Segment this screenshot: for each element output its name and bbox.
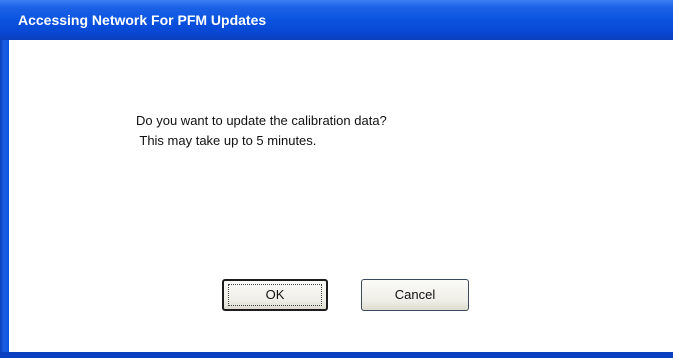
title-bar[interactable]: Accessing Network For PFM Updates <box>0 0 673 40</box>
update-dialog: Accessing Network For PFM Updates Do you… <box>0 0 673 358</box>
cancel-button[interactable]: Cancel <box>361 279 469 311</box>
message-line-2: This may take up to 5 minutes. <box>136 133 317 148</box>
dialog-message: Do you want to update the calibration da… <box>136 111 387 151</box>
message-line-1: Do you want to update the calibration da… <box>136 113 387 128</box>
window-frame-left <box>0 40 9 358</box>
ok-button[interactable]: OK <box>222 279 328 311</box>
cancel-button-label: Cancel <box>394 287 436 302</box>
dialog-body: Do you want to update the calibration da… <box>9 40 673 352</box>
window-title: Accessing Network For PFM Updates <box>18 12 267 28</box>
window-frame-bottom <box>0 352 673 358</box>
focus-rectangle <box>228 284 322 306</box>
